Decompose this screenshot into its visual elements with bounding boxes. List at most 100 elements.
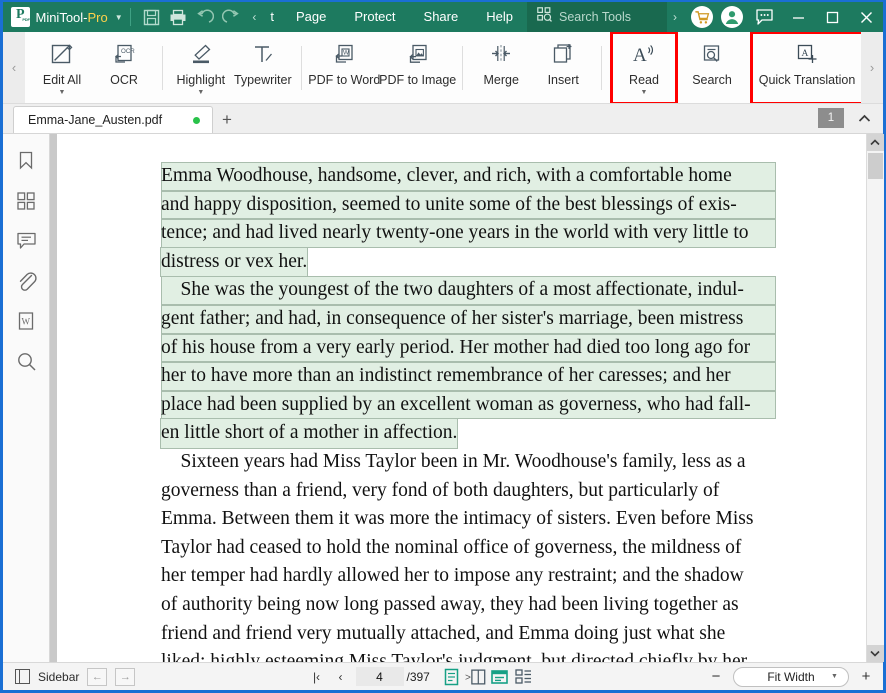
menu-item-share[interactable]: Share: [410, 2, 473, 32]
doc-line-selected-run: distress or vex her.: [161, 247, 308, 277]
zoom-level-label: Fit Width: [767, 669, 815, 684]
ribbon-button-ocr[interactable]: OCR OCR: [93, 34, 155, 102]
page-number-input[interactable]: [355, 667, 404, 686]
vertical-scrollbar[interactable]: [866, 134, 884, 662]
document-modified-indicator: [193, 116, 200, 124]
pdf-to-word-icon: W: [331, 40, 357, 70]
sidebar-splitter[interactable]: [50, 134, 57, 662]
document-tab[interactable]: Emma-Jane_Austen.pdf: [13, 106, 213, 133]
ribbon-button-insert[interactable]: Insert: [532, 34, 594, 102]
ribbon-button-read[interactable]: A Read ▼: [610, 32, 678, 103]
pdf-page: Emma Woodhouse, handsome, clever, and ri…: [57, 134, 866, 662]
attachment-icon[interactable]: [9, 264, 43, 298]
ribbon-button-pdf-to-word[interactable]: W PDF to Word: [308, 34, 380, 102]
ribbon-button-pdf-to-image[interactable]: PDF to Image: [379, 34, 456, 102]
save-icon[interactable]: [140, 4, 162, 30]
doc-line: gent father; and had, in consequence of …: [161, 304, 776, 334]
ribbon-scroll-left-button[interactable]: ‹: [3, 32, 25, 103]
zoom-level-select[interactable]: Fit Width ▼: [732, 666, 849, 687]
highlight-chevron-down-icon[interactable]: ▼: [197, 89, 204, 97]
search-icon[interactable]: [9, 344, 43, 378]
edit-all-chevron-down-icon[interactable]: ▼: [59, 89, 66, 97]
zoom-out-button[interactable]: −: [705, 666, 727, 688]
undo-icon[interactable]: [193, 4, 215, 30]
svg-text:W: W: [343, 49, 350, 56]
maximize-button[interactable]: [815, 2, 849, 32]
redo-icon[interactable]: [220, 4, 242, 30]
collapse-ribbon-chevron-up-icon[interactable]: [854, 108, 874, 128]
minitool-pdf-window: P MiniTool-Pro ▼ ‹ t Page Protect Share …: [0, 0, 886, 693]
svg-text:A: A: [633, 45, 647, 66]
scroll-down-arrow-icon[interactable]: [866, 645, 884, 662]
ribbon-label-quick-translation: Quick Translation: [758, 72, 856, 87]
scrollbar-track[interactable]: [866, 151, 884, 662]
ribbon-label-ocr: OCR: [110, 72, 138, 87]
doc-line: Taylor had ceased to hold the nominal of…: [161, 536, 742, 558]
scrollbar-thumb[interactable]: [867, 153, 883, 179]
ribbon-button-edit-all[interactable]: Edit All ▼: [31, 34, 93, 102]
feedback-button[interactable]: [747, 2, 781, 32]
ocr-icon: OCR: [111, 40, 137, 70]
status-bar: Sidebar ← → |‹ ‹ /397 > − Fit Wi: [3, 662, 883, 690]
print-icon[interactable]: [167, 4, 189, 30]
menu-item-0[interactable]: t: [262, 2, 282, 32]
title-bar: P MiniTool-Pro ▼ ‹ t Page Protect Share …: [3, 2, 883, 32]
merge-icon: [488, 40, 514, 70]
bookmark-icon[interactable]: [9, 144, 43, 178]
insert-icon: [550, 40, 576, 70]
previous-page-button[interactable]: ‹: [331, 667, 351, 687]
first-page-button[interactable]: |‹: [307, 667, 327, 687]
svg-text:A: A: [802, 49, 809, 59]
ribbon-label-search: Search: [692, 72, 732, 87]
zoom-in-button[interactable]: +: [855, 666, 877, 688]
search-doc-icon: [699, 40, 725, 70]
page-number-badge: 1: [818, 108, 844, 128]
menu-scroll-left-icon[interactable]: ‹: [248, 10, 260, 24]
paragraph-1: Emma Woodhouse, handsome, clever, and ri…: [161, 162, 776, 277]
close-button[interactable]: [849, 2, 883, 32]
app-title: MiniTool-Pro: [35, 9, 108, 25]
menu-item-page[interactable]: Page: [282, 2, 340, 32]
left-tool-rail: W: [3, 134, 50, 662]
grid-view-icon[interactable]: [513, 667, 535, 687]
menu-bar: t Page Protect Share Help: [262, 2, 527, 32]
continuous-scroll-icon[interactable]: [489, 667, 511, 687]
account-avatar[interactable]: [721, 6, 743, 28]
history-back-button[interactable]: ←: [87, 667, 108, 686]
comment-icon[interactable]: [9, 224, 43, 258]
ribbon-button-merge[interactable]: Merge: [470, 34, 532, 102]
ribbon-label-highlight: Highlight: [176, 72, 226, 87]
doc-line: governess than a friend, very fond of bo…: [161, 479, 720, 501]
app-menu-caret-icon[interactable]: ▼: [115, 13, 123, 22]
document-tab-strip: Emma-Jane_Austen.pdf + 1: [3, 104, 883, 134]
ribbon-button-quick-translation[interactable]: A Quick Translation: [750, 32, 861, 103]
read-chevron-down-icon[interactable]: ▼: [641, 89, 648, 97]
cart-button[interactable]: [691, 6, 713, 28]
facing-pages-view-icon[interactable]: >: [465, 667, 487, 687]
scroll-up-arrow-icon[interactable]: [866, 134, 884, 151]
ribbon-button-highlight[interactable]: Highlight ▼: [170, 34, 232, 102]
ribbon-button-search[interactable]: Search: [681, 34, 743, 102]
doc-line: her to have more than an indistinct reme…: [161, 362, 776, 391]
ribbon-separator-3: [462, 45, 464, 90]
ribbon-scroll-right-button[interactable]: ›: [861, 32, 883, 103]
menu-item-protect[interactable]: Protect: [340, 2, 409, 32]
sidebar-panel-icon: [15, 669, 30, 684]
paragraph-3: Sixteen years had Miss Taylor been in Mr…: [161, 448, 776, 662]
history-forward-button[interactable]: →: [115, 667, 136, 686]
svg-text:OCR: OCR: [121, 48, 135, 55]
word-export-icon[interactable]: W: [9, 304, 43, 338]
search-tools-button[interactable]: Search Tools: [526, 2, 667, 32]
menu-item-help[interactable]: Help: [472, 2, 527, 32]
single-page-view-icon[interactable]: [441, 667, 463, 687]
sidebar-toggle-button[interactable]: Sidebar: [15, 669, 79, 684]
edit-all-icon: [49, 40, 75, 70]
menu-scroll-right-icon[interactable]: ›: [667, 10, 683, 24]
pdf-viewer[interactable]: Emma Woodhouse, handsome, clever, and ri…: [57, 134, 866, 662]
minimize-button[interactable]: [781, 2, 815, 32]
doc-line: tence; and had lived nearly twenty-one y…: [161, 219, 776, 248]
new-tab-button[interactable]: +: [213, 106, 241, 133]
ribbon-button-typewriter[interactable]: Typewriter: [232, 34, 294, 102]
doc-line: en little short of a mother in affection…: [161, 419, 776, 448]
thumbnails-icon[interactable]: [9, 184, 43, 218]
